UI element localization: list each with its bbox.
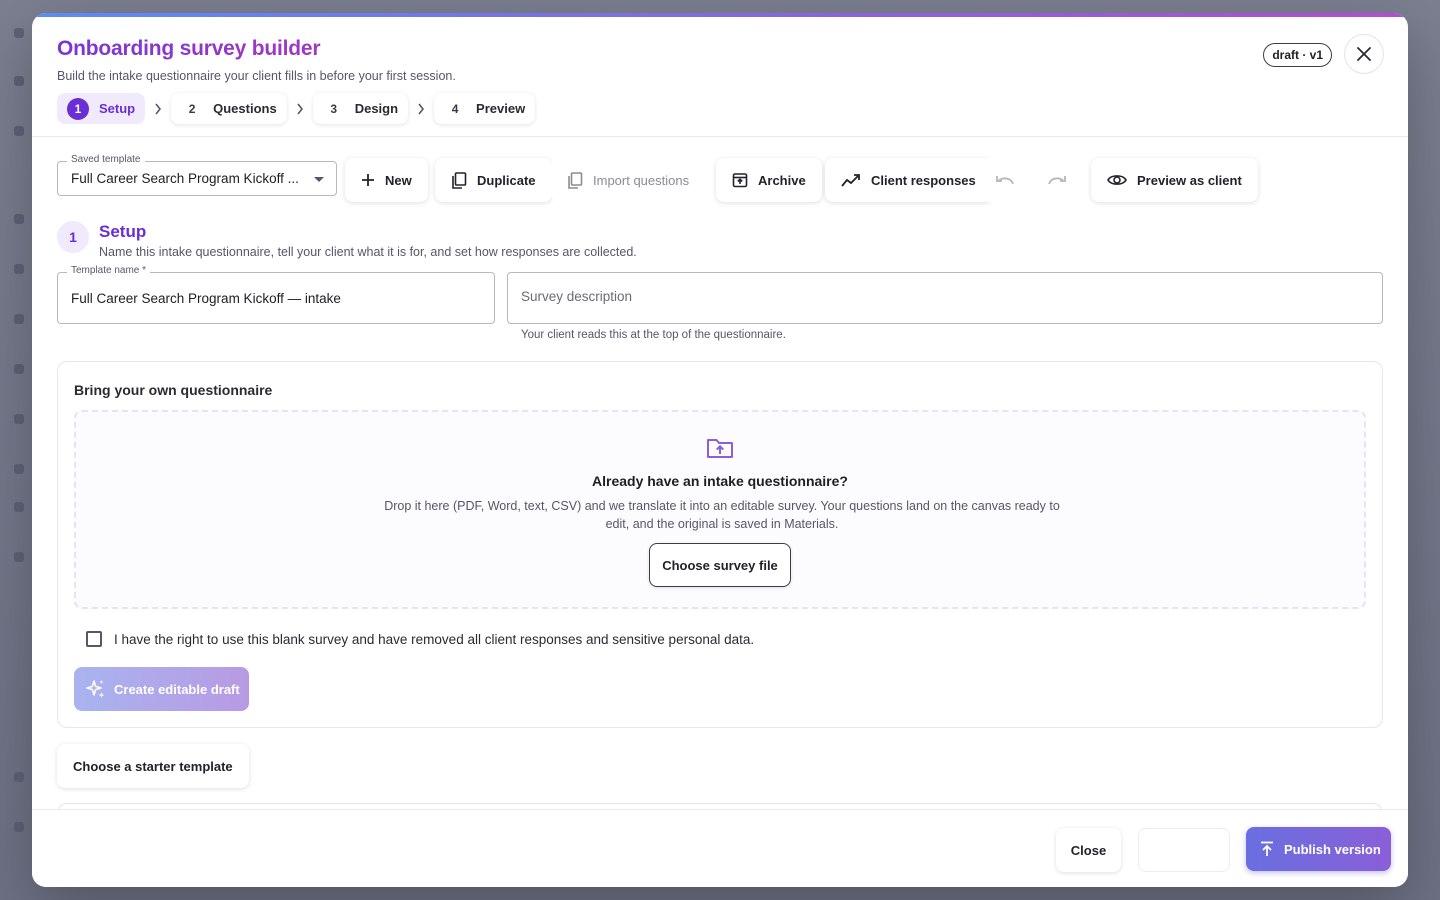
undo-icon	[996, 176, 1014, 185]
wizard-stepper: 1 Setup 2 Questions 3 Design 4 Preview	[57, 93, 536, 124]
section-title: Setup	[99, 222, 147, 241]
footer-secondary-button[interactable]	[1138, 828, 1230, 872]
saved-template-value: Full Career Search Program Kickoff ...	[71, 171, 299, 186]
byo-title: Bring your own questionnaire	[74, 382, 273, 398]
duplicate-label: Duplicate	[477, 172, 536, 188]
footer-close-button[interactable]: Close	[1056, 828, 1121, 872]
chevron-right-icon	[414, 102, 428, 116]
caret-down-icon	[314, 177, 324, 182]
modal-footer: Close Publish version	[32, 809, 1408, 887]
saved-template-label: Saved template	[67, 154, 145, 165]
survey-description-field[interactable]: Survey description	[507, 272, 1383, 324]
chevron-right-icon	[151, 102, 165, 116]
close-icon	[1357, 47, 1371, 61]
publish-label: Publish version	[1284, 841, 1381, 857]
trend-chart-icon	[841, 174, 860, 187]
step-number: 2	[188, 101, 196, 116]
publish-version-button[interactable]: Publish version	[1246, 827, 1391, 871]
choose-survey-file-button[interactable]: Choose survey file	[649, 543, 791, 587]
preview-label: Preview as client	[1137, 172, 1242, 188]
new-label: New	[385, 172, 412, 188]
preview-as-client-button[interactable]: Preview as client	[1091, 158, 1258, 202]
survey-file-dropzone[interactable]: Already have an intake questionnaire? Dr…	[74, 410, 1366, 609]
modal-header: Onboarding survey builder Build the inta…	[57, 37, 456, 83]
choose-starter-template-button[interactable]: Choose a starter template	[57, 744, 249, 788]
step-label: Preview	[476, 101, 526, 116]
new-template-button[interactable]: New	[345, 158, 428, 202]
template-name-value: Full Career Search Program Kickoff — int…	[71, 291, 341, 306]
folder-upload-icon	[707, 439, 733, 458]
eye-icon	[1107, 175, 1127, 185]
rights-consent-checkbox[interactable]	[86, 631, 102, 647]
archive-button[interactable]: Archive	[716, 158, 822, 202]
archive-icon	[732, 173, 748, 188]
step-number: 4	[451, 101, 459, 116]
responses-label: Client responses	[871, 172, 976, 188]
background-sidebar	[0, 0, 32, 900]
dropzone-title: Already have an intake questionnaire?	[592, 473, 848, 489]
undo-button[interactable]	[983, 158, 1027, 202]
description-helper-text: Your client reads this at the top of the…	[521, 329, 786, 341]
copy-icon	[452, 171, 467, 189]
modal-subtitle: Build the intake questionnaire your clie…	[57, 69, 456, 83]
step-label: Design	[354, 101, 399, 116]
header-divider	[32, 136, 1408, 137]
survey-description-placeholder: Survey description	[521, 289, 633, 304]
consent-text: I have the right to use this blank surve…	[114, 631, 755, 647]
survey-builder-modal: Onboarding survey builder Build the inta…	[32, 13, 1408, 887]
step-label: Setup	[99, 101, 136, 116]
step-setup[interactable]: 1 Setup	[57, 93, 146, 124]
copy-icon	[568, 171, 583, 189]
step-questions[interactable]: 2 Questions	[171, 93, 287, 124]
redo-button[interactable]	[1035, 158, 1079, 202]
modal-accent-bar	[32, 13, 1408, 17]
create-editable-draft-button[interactable]: Create editable draft	[74, 667, 249, 711]
saved-template-select[interactable]: Saved template Full Career Search Progra…	[57, 154, 337, 196]
step-number: 3	[330, 101, 338, 116]
step-preview[interactable]: 4 Preview	[434, 93, 536, 124]
duplicate-button[interactable]: Duplicate	[435, 158, 552, 202]
step-label: Questions	[213, 101, 277, 116]
redo-icon	[1048, 176, 1066, 185]
client-responses-button[interactable]: Client responses	[825, 158, 992, 202]
archive-label: Archive	[758, 172, 806, 188]
import-label: Import questions	[593, 172, 690, 188]
template-name-field[interactable]: Template name * Full Career Search Progr…	[57, 265, 495, 324]
plus-icon	[362, 174, 374, 186]
create-draft-label: Create editable draft	[114, 681, 240, 697]
template-toolbar: Saved template Full Career Search Progra…	[57, 154, 1387, 202]
bring-your-own-card: Bring your own questionnaire Already hav…	[57, 361, 1383, 728]
chevron-right-icon	[293, 102, 307, 116]
step-design[interactable]: 3 Design	[312, 93, 409, 124]
section-number: 1	[57, 221, 89, 253]
rights-consent-row: I have the right to use this blank surve…	[86, 631, 754, 647]
step-number: 1	[67, 97, 89, 120]
close-modal-button[interactable]	[1344, 34, 1384, 74]
modal-title: Onboarding survey builder	[57, 37, 456, 61]
upload-icon	[1261, 841, 1273, 856]
draft-version-badge: draft · v1	[1263, 43, 1332, 67]
sparkle-icon	[86, 680, 105, 698]
section-description: Name this intake questionnaire, tell you…	[99, 245, 637, 259]
template-name-label: Template name *	[67, 265, 151, 276]
import-questions-button[interactable]: Import questions	[551, 158, 706, 202]
dropzone-description: Drop it here (PDF, Word, text, CSV) and …	[384, 499, 1060, 531]
